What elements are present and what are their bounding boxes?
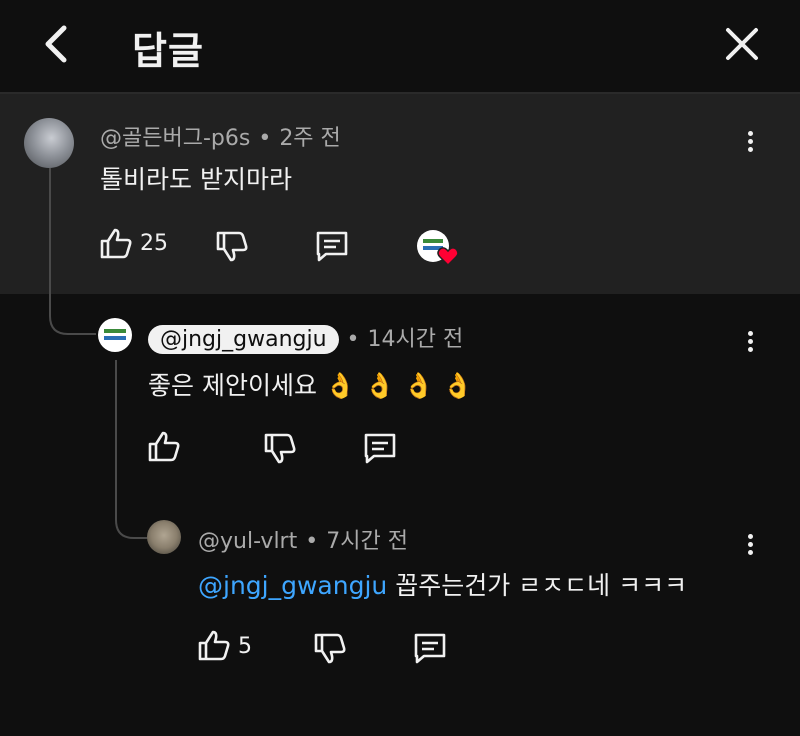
mention-link[interactable]: @jngj_gwangju [198,571,387,600]
dislike-icon[interactable] [214,228,250,264]
author-name[interactable]: @골든버그-p6s [100,126,250,151]
thread-curve [115,500,148,539]
like-count: 25 [140,231,168,256]
reply-icon[interactable] [314,228,350,264]
dislike-icon[interactable] [262,430,298,466]
thread-curve [49,290,96,335]
comment-meta: @골든버그-p6s • 2주 전 [100,126,341,151]
comment-text: 톨비라도 받지마라 [100,165,292,194]
author-name[interactable]: @yul-vlrt [198,529,297,554]
comment-meta: @yul-vlrt • 7시간 전 [198,529,408,554]
timestamp: 14시간 전 [367,327,464,352]
avatar[interactable] [147,520,181,554]
more-vert-icon[interactable] [740,531,760,561]
reply-text: 꼽주는건가 ㄹㅈㄷ네 ㅋㅋㅋ [387,571,688,600]
page-title: 답글 [132,29,204,73]
like-count: 5 [238,634,252,659]
thread-line [115,360,117,510]
header: 답글 [0,0,800,94]
reply-icon[interactable] [362,430,398,466]
like-icon[interactable] [196,628,232,664]
back-arrow-icon[interactable] [38,22,78,66]
comment-meta: @jngj_gwangju • 14시간 전 [148,321,464,354]
more-vert-icon[interactable] [740,328,760,358]
like-icon[interactable] [146,429,182,465]
timestamp: 7시간 전 [326,529,408,554]
reply-icon[interactable] [412,630,448,666]
comment-text: 좋은 제안이세요 👌 👌 👌 👌 [148,371,474,400]
comment-text: @jngj_gwangju 꼽주는건가 ㄹㅈㄷ네 ㅋㅋㅋ [198,566,687,602]
creator-heart-icon [416,229,460,269]
avatar[interactable] [98,318,132,352]
close-icon[interactable] [722,22,762,66]
more-vert-icon[interactable] [740,128,760,158]
like-icon[interactable] [98,226,134,262]
dislike-icon[interactable] [312,630,348,666]
avatar[interactable] [24,118,74,168]
author-name[interactable]: @jngj_gwangju [148,325,339,354]
timestamp: 2주 전 [279,126,341,151]
